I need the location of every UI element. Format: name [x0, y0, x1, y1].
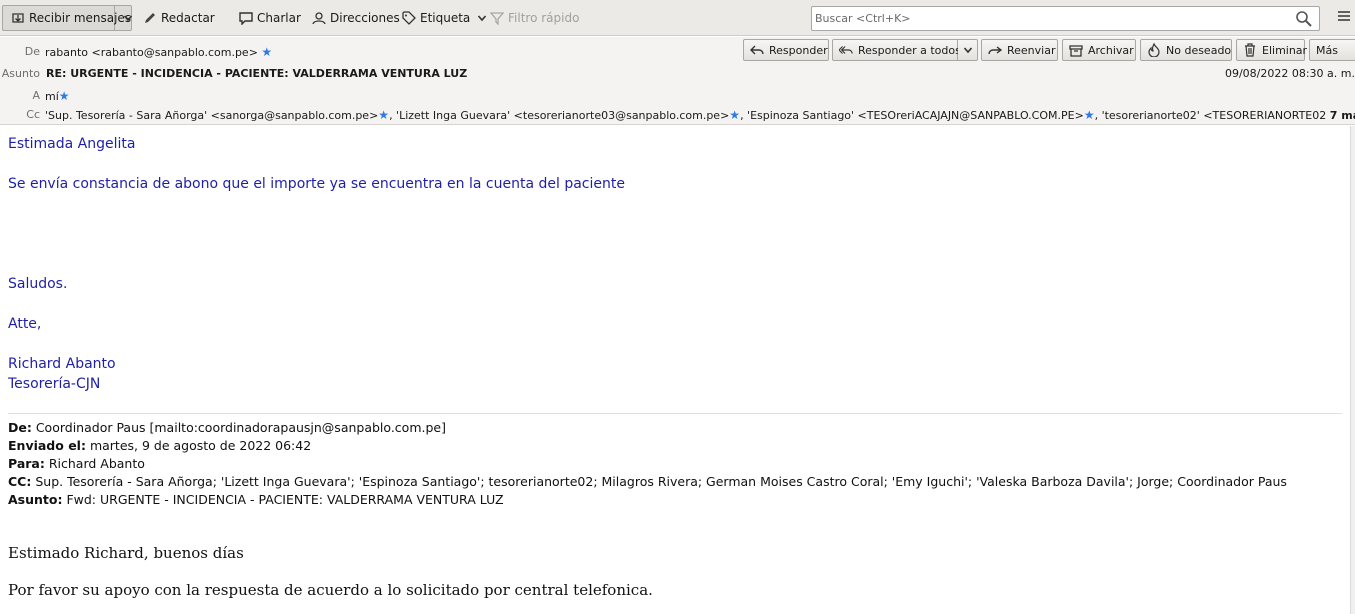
- archive-button[interactable]: Archivar: [1062, 39, 1136, 61]
- quoted-to-label: Para:: [8, 456, 45, 471]
- tag-button[interactable]: Etiqueta: [397, 6, 497, 30]
- reply-all-label: Responder a todos: [858, 43, 961, 57]
- subject-label: Asunto: [1, 67, 40, 80]
- quoted-body-line: Por favor su apoyo con la respuesta de a…: [8, 581, 653, 599]
- quoted-to-value: Richard Abanto: [44, 456, 145, 471]
- from-value[interactable]: rabanto <rabanto@sanpablo.com.pe> ★: [45, 45, 272, 59]
- contacts-icon: [311, 10, 327, 26]
- forward-arrow-icon: [988, 43, 1002, 57]
- message-body: Estimada Angelita Se envía constancia de…: [0, 126, 1350, 614]
- quick-filter-label: Filtro rápido: [508, 11, 580, 25]
- tag-label: Etiqueta: [420, 11, 471, 25]
- reply-all-button[interactable]: Responder a todos: [832, 39, 961, 61]
- quoted-cc-value: Sup. Tesorería - Sara Añorga; 'Lizett In…: [31, 474, 1287, 489]
- reply-all-dropdown[interactable]: [958, 39, 978, 61]
- star-icon[interactable]: ★: [261, 45, 272, 59]
- delete-label: Eliminar: [1262, 43, 1308, 57]
- quoted-subject-label: Asunto:: [8, 492, 63, 507]
- archive-label: Archivar: [1088, 43, 1134, 57]
- filter-icon: [489, 10, 505, 26]
- junk-label: No deseado: [1166, 43, 1232, 57]
- download-icon: [10, 10, 26, 26]
- cc-list: 'Sup. Tesorería - Sara Añorga' <sanorga@…: [45, 108, 1355, 122]
- chevron-down-icon: [120, 10, 136, 26]
- quoted-cc: CC: Sup. Tesorería - Sara Añorga; 'Lizet…: [8, 474, 1287, 489]
- tag-icon: [401, 10, 417, 26]
- search-input[interactable]: Buscar <Ctrl+K>: [811, 6, 1320, 31]
- quote-separator: [8, 413, 1342, 414]
- chat-button[interactable]: Charlar: [234, 6, 305, 30]
- body-scrollbar[interactable]: [1350, 126, 1355, 614]
- quoted-sent-value: martes, 9 de agosto de 2022 06:42: [85, 438, 312, 453]
- from-label: De: [24, 45, 40, 58]
- pencil-icon: [142, 10, 158, 26]
- reply-button[interactable]: Responder: [743, 39, 829, 61]
- flame-icon: [1147, 43, 1161, 57]
- main-toolbar: Recibir mensajes Redactar Charlar Direcc…: [0, 0, 1355, 36]
- to-label: A: [32, 89, 40, 102]
- more-button[interactable]: Más: [1309, 39, 1355, 61]
- cc-recipient[interactable]: , 'Espinoza Santiago' <TESOreriACAJAJN@S…: [740, 109, 1084, 122]
- archive-box-icon: [1069, 43, 1083, 57]
- quick-filter-button[interactable]: Filtro rápido: [485, 6, 583, 30]
- cc-recipient[interactable]: , 'tesorerianorte02' <TESORERIANORTE02: [1095, 109, 1327, 122]
- quoted-from-value: Coordinador Paus [mailto:coordinadorapau…: [31, 420, 446, 435]
- greeting-text: Estimada Angelita: [8, 136, 136, 152]
- search-icon[interactable]: [1295, 10, 1313, 31]
- trash-icon: [1243, 43, 1257, 57]
- from-address[interactable]: rabanto <rabanto@sanpablo.com.pe>: [45, 46, 258, 59]
- reply-label: Responder: [769, 43, 828, 57]
- star-icon[interactable]: ★: [1084, 108, 1095, 122]
- star-icon[interactable]: ★: [59, 89, 70, 103]
- to-address[interactable]: mí: [45, 90, 59, 103]
- forward-button[interactable]: Reenviar: [981, 39, 1058, 61]
- app-menu-button[interactable]: [1336, 8, 1352, 26]
- quoted-to: Para: Richard Abanto: [8, 456, 145, 471]
- chevron-down-icon: [963, 47, 972, 54]
- forward-label: Reenviar: [1007, 43, 1056, 57]
- compose-label: Redactar: [161, 11, 215, 25]
- regards-text: Saludos.: [8, 276, 68, 292]
- quoted-cc-label: CC:: [8, 474, 32, 489]
- signature-name: Richard Abanto: [8, 356, 116, 372]
- star-icon[interactable]: ★: [378, 108, 389, 122]
- hamburger-icon: [1338, 11, 1350, 21]
- quoted-subject: Asunto: Fwd: URGENTE - INCIDENCIA - PACI…: [8, 492, 504, 507]
- cc-recipient[interactable]: , 'Lizett Inga Guevara' <tesorerianorte0…: [389, 109, 729, 122]
- quoted-from-label: De:: [8, 420, 32, 435]
- to-value[interactable]: mí★: [45, 89, 70, 103]
- quoted-sent: Enviado el: martes, 9 de agosto de 2022 …: [8, 438, 311, 453]
- cc-label: Cc: [26, 108, 40, 121]
- signature-department: Tesorería-CJN: [8, 376, 101, 392]
- quoted-greeting: Estimado Richard, buenos días: [8, 544, 244, 562]
- star-icon[interactable]: ★: [729, 108, 740, 122]
- address-book-button[interactable]: Direcciones: [307, 6, 404, 30]
- quoted-from: De: Coordinador Paus [mailto:coordinador…: [8, 420, 446, 435]
- subject-value: RE: URGENTE - INCIDENCIA - PACIENTE: VAL…: [46, 67, 468, 80]
- body-line: Se envía constancia de abono que el impo…: [8, 176, 625, 192]
- chat-label: Charlar: [257, 11, 301, 25]
- junk-button[interactable]: No deseado: [1140, 39, 1232, 61]
- search-placeholder: Buscar <Ctrl+K>: [815, 12, 911, 25]
- message-header: De rabanto <rabanto@sanpablo.com.pe> ★ A…: [0, 37, 1355, 125]
- compose-button[interactable]: Redactar: [138, 6, 219, 30]
- message-date: 09/08/2022 08:30 a. m.: [1224, 67, 1355, 80]
- cc-more-link[interactable]: 7 más: [1330, 109, 1355, 122]
- reply-all-icon: [839, 43, 853, 57]
- quoted-subject-value: Fwd: URGENTE - INCIDENCIA - PACIENTE: VA…: [62, 492, 504, 507]
- quoted-sent-label: Enviado el:: [8, 438, 86, 453]
- atte-text: Atte,: [8, 316, 42, 332]
- chat-bubble-icon: [238, 10, 254, 26]
- reply-arrow-icon: [750, 43, 764, 57]
- more-label: Más: [1316, 43, 1338, 57]
- cc-recipient[interactable]: 'Sup. Tesorería - Sara Añorga' <sanorga@…: [45, 109, 378, 122]
- delete-button[interactable]: Eliminar: [1236, 39, 1308, 61]
- address-book-label: Direcciones: [330, 11, 400, 25]
